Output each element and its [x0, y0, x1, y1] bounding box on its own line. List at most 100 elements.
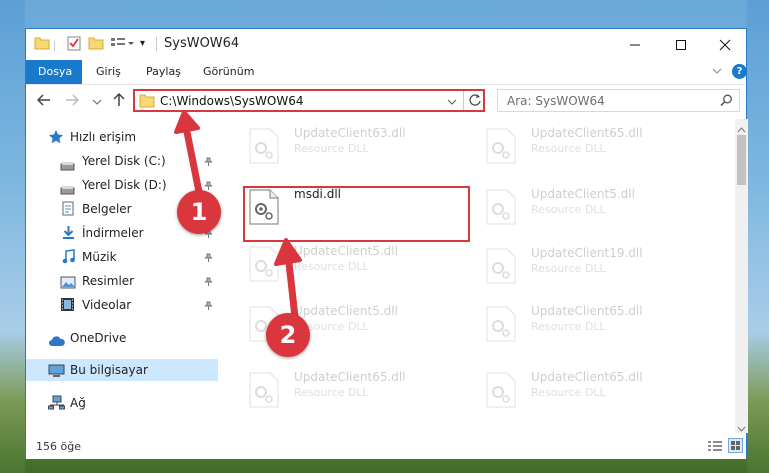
- step-1-badge: 1: [177, 190, 221, 234]
- properties-icon[interactable]: [66, 35, 82, 53]
- network-icon: [48, 395, 65, 417]
- file-name: UpdateClient65.dll: [531, 304, 643, 318]
- file-item[interactable]: UpdateClient65.dll Resource DLL: [486, 368, 686, 412]
- dll-file-icon: [486, 189, 516, 225]
- file-explorer-window: ▾ SysWOW64 Dosya Giriş Paylaş Görünüm ?: [25, 28, 748, 459]
- folder-icon: [34, 35, 50, 53]
- step-2-badge: 2: [266, 313, 310, 357]
- search-placeholder: Ara: SysWOW64: [507, 94, 605, 108]
- file-description: Resource DLL: [531, 320, 606, 333]
- address-bar[interactable]: C:\Windows\SysWOW64: [133, 89, 485, 112]
- new-folder-icon[interactable]: [88, 35, 104, 53]
- folder-icon: [139, 93, 155, 111]
- file-name: UpdateClient5.dll: [531, 187, 635, 201]
- forward-arrow-icon[interactable]: [65, 93, 80, 111]
- ribbon-expand-icon[interactable]: [712, 60, 722, 84]
- sidebar-item-local-disk-c[interactable]: Yerel Disk (C:): [60, 150, 220, 172]
- star-icon: [48, 129, 64, 152]
- search-input[interactable]: Ara: SysWOW64: [497, 89, 740, 112]
- sidebar-label: Ağ: [70, 396, 86, 410]
- sidebar-label: Resimler: [82, 274, 135, 288]
- sidebar-label: OneDrive: [70, 331, 127, 345]
- dll-file-icon: [249, 372, 279, 408]
- tab-view[interactable]: Görünüm: [203, 60, 254, 84]
- desktop-background-left: [0, 0, 25, 473]
- separator: [54, 41, 55, 51]
- large-icons-view-icon[interactable]: [728, 438, 743, 453]
- dll-file-icon: [249, 128, 279, 164]
- pin-icon[interactable]: [204, 157, 213, 169]
- documents-icon: [62, 201, 74, 223]
- maximize-button[interactable]: [658, 29, 704, 60]
- pin-icon[interactable]: [204, 301, 213, 313]
- separator: [156, 37, 157, 51]
- pin-icon[interactable]: [204, 253, 213, 265]
- title-bar: ▾ SysWOW64: [26, 29, 746, 60]
- videos-icon: [60, 297, 75, 319]
- sidebar-label: Bu bilgisayar: [70, 363, 148, 377]
- file-description: Resource DLL: [531, 203, 606, 216]
- file-description: Resource DLL: [294, 386, 369, 399]
- quick-access-dropdown-icon[interactable]: ▾: [140, 38, 145, 56]
- address-path: C:\Windows\SysWOW64: [160, 94, 304, 108]
- file-description: Resource DLL: [531, 386, 606, 399]
- dll-file-icon: [486, 306, 516, 342]
- scrollbar-thumb[interactable]: [737, 135, 746, 185]
- file-item[interactable]: UpdateClient63.dll Resource DLL: [249, 124, 449, 168]
- pictures-icon: [60, 274, 76, 296]
- customize-icon[interactable]: [110, 35, 136, 53]
- ribbon-tabs: Dosya Giriş Paylaş Görünüm ?: [26, 60, 747, 85]
- navigation-bar: C:\Windows\SysWOW64 Ara: SysWOW64: [26, 85, 746, 118]
- recent-locations-dropdown-icon[interactable]: [92, 95, 102, 111]
- dll-file-icon: [486, 248, 516, 284]
- details-view-icon[interactable]: [707, 440, 723, 455]
- search-icon[interactable]: [720, 94, 733, 110]
- refresh-icon[interactable]: [468, 93, 482, 110]
- dll-file-icon: [249, 246, 279, 282]
- file-item[interactable]: UpdateClient5.dll Resource DLL: [249, 242, 449, 286]
- file-name: UpdateClient5.dll: [294, 244, 398, 258]
- minimize-button[interactable]: [612, 29, 658, 60]
- scroll-up-icon[interactable]: [737, 122, 746, 136]
- file-name: UpdateClient19.dll: [531, 246, 643, 260]
- file-item[interactable]: UpdateClient65.dll Resource DLL: [486, 124, 686, 168]
- tab-file[interactable]: Dosya: [26, 60, 82, 84]
- sidebar-label: Videolar: [82, 298, 132, 312]
- tab-share[interactable]: Paylaş: [146, 60, 181, 84]
- highlight-box: [243, 186, 470, 242]
- tab-home[interactable]: Giriş: [96, 60, 121, 84]
- item-count: 156 öğe: [36, 440, 81, 453]
- up-arrow-icon[interactable]: [112, 92, 126, 111]
- sidebar-label: İndirmeler: [82, 226, 144, 240]
- file-description: Resource DLL: [294, 260, 369, 273]
- file-description: Resource DLL: [531, 262, 606, 275]
- file-item[interactable]: UpdateClient5.dll Resource DLL: [486, 185, 686, 229]
- file-description: Resource DLL: [294, 142, 369, 155]
- file-item[interactable]: UpdateClient19.dll Resource DLL: [486, 244, 686, 288]
- cloud-icon: [48, 332, 66, 354]
- file-description: Resource DLL: [531, 142, 606, 155]
- sidebar-item-videos[interactable]: Videolar: [60, 294, 220, 316]
- file-item[interactable]: UpdateClient65.dll Resource DLL: [249, 368, 449, 412]
- back-arrow-icon[interactable]: [36, 93, 51, 111]
- vertical-scrollbar[interactable]: [735, 119, 748, 433]
- desktop-background-right: [747, 0, 769, 473]
- file-name: UpdateClient65.dll: [531, 126, 643, 140]
- file-item[interactable]: UpdateClient65.dll Resource DLL: [486, 302, 686, 346]
- address-dropdown-icon[interactable]: [447, 96, 457, 110]
- music-icon: [62, 249, 75, 271]
- window-title: SysWOW64: [164, 36, 240, 51]
- navigation-pane: Hızlı erişim Yerel Disk (C:) Yerel Disk …: [26, 119, 218, 433]
- sidebar-label: Hızlı erişim: [70, 130, 137, 144]
- file-name: UpdateClient65.dll: [531, 370, 643, 384]
- computer-icon: [48, 363, 65, 385]
- sidebar-label: Belgeler: [82, 202, 132, 216]
- help-icon[interactable]: ?: [732, 64, 747, 79]
- close-button[interactable]: [702, 29, 748, 60]
- pin-icon[interactable]: [204, 277, 213, 289]
- file-list: UpdateClient63.dll Resource DLL UpdateCl…: [219, 119, 735, 433]
- sidebar-item-music[interactable]: Müzik: [60, 246, 220, 268]
- file-name: UpdateClient65.dll: [294, 370, 406, 384]
- sidebar-item-pictures[interactable]: Resimler: [60, 270, 220, 292]
- sidebar-item-this-pc[interactable]: Bu bilgisayar: [26, 359, 218, 381]
